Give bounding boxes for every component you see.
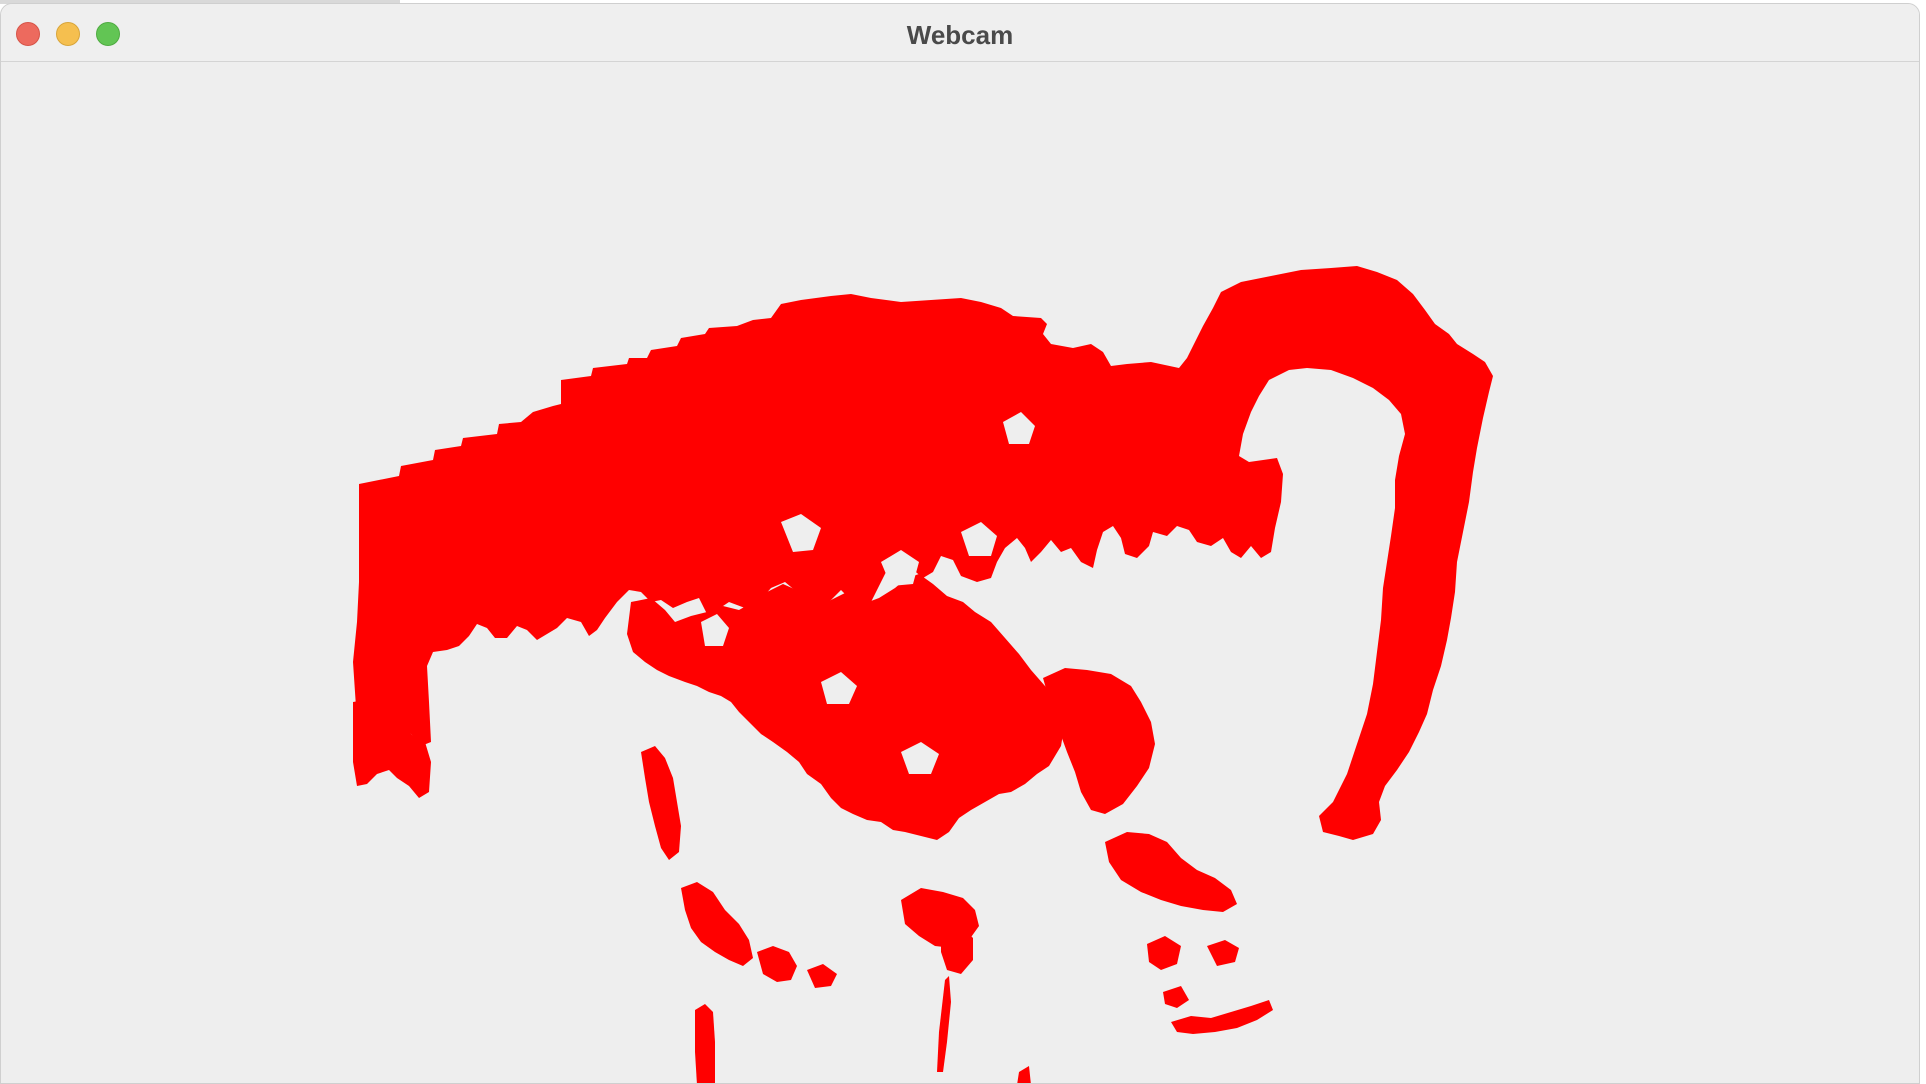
mask-blob-right-fragment-5 [1163,986,1189,1008]
mask-blob-lower-left-3 [757,946,797,982]
mask-blob-bottom-1 [695,1004,715,1083]
mask-blob-right-fragment-6 [1171,1000,1273,1034]
mask-gap-4 [1061,572,1097,608]
webcam-window: Webcam [0,3,1920,1084]
mask-blob-lower-left-2 [681,882,753,966]
mask-blob-bottom-3 [1017,1066,1031,1083]
mask-blob-right-fragment-2 [1105,832,1237,912]
mask-blob-bottom-2 [937,976,951,1072]
mask-blob-lower-left-4 [807,964,837,988]
window-title: Webcam [906,20,1014,50]
title-bar[interactable]: Webcam [1,4,1919,62]
mask-blob-lower-left-1 [641,746,681,860]
mask-shapes [353,266,1493,1083]
webcam-feed [1,62,1919,1083]
mask-blob-right-fragment-3 [1147,936,1181,970]
mask-blob-center [627,574,1065,840]
motion-mask [353,266,1493,1083]
mask-blob-right-fragment-4 [1207,940,1239,966]
